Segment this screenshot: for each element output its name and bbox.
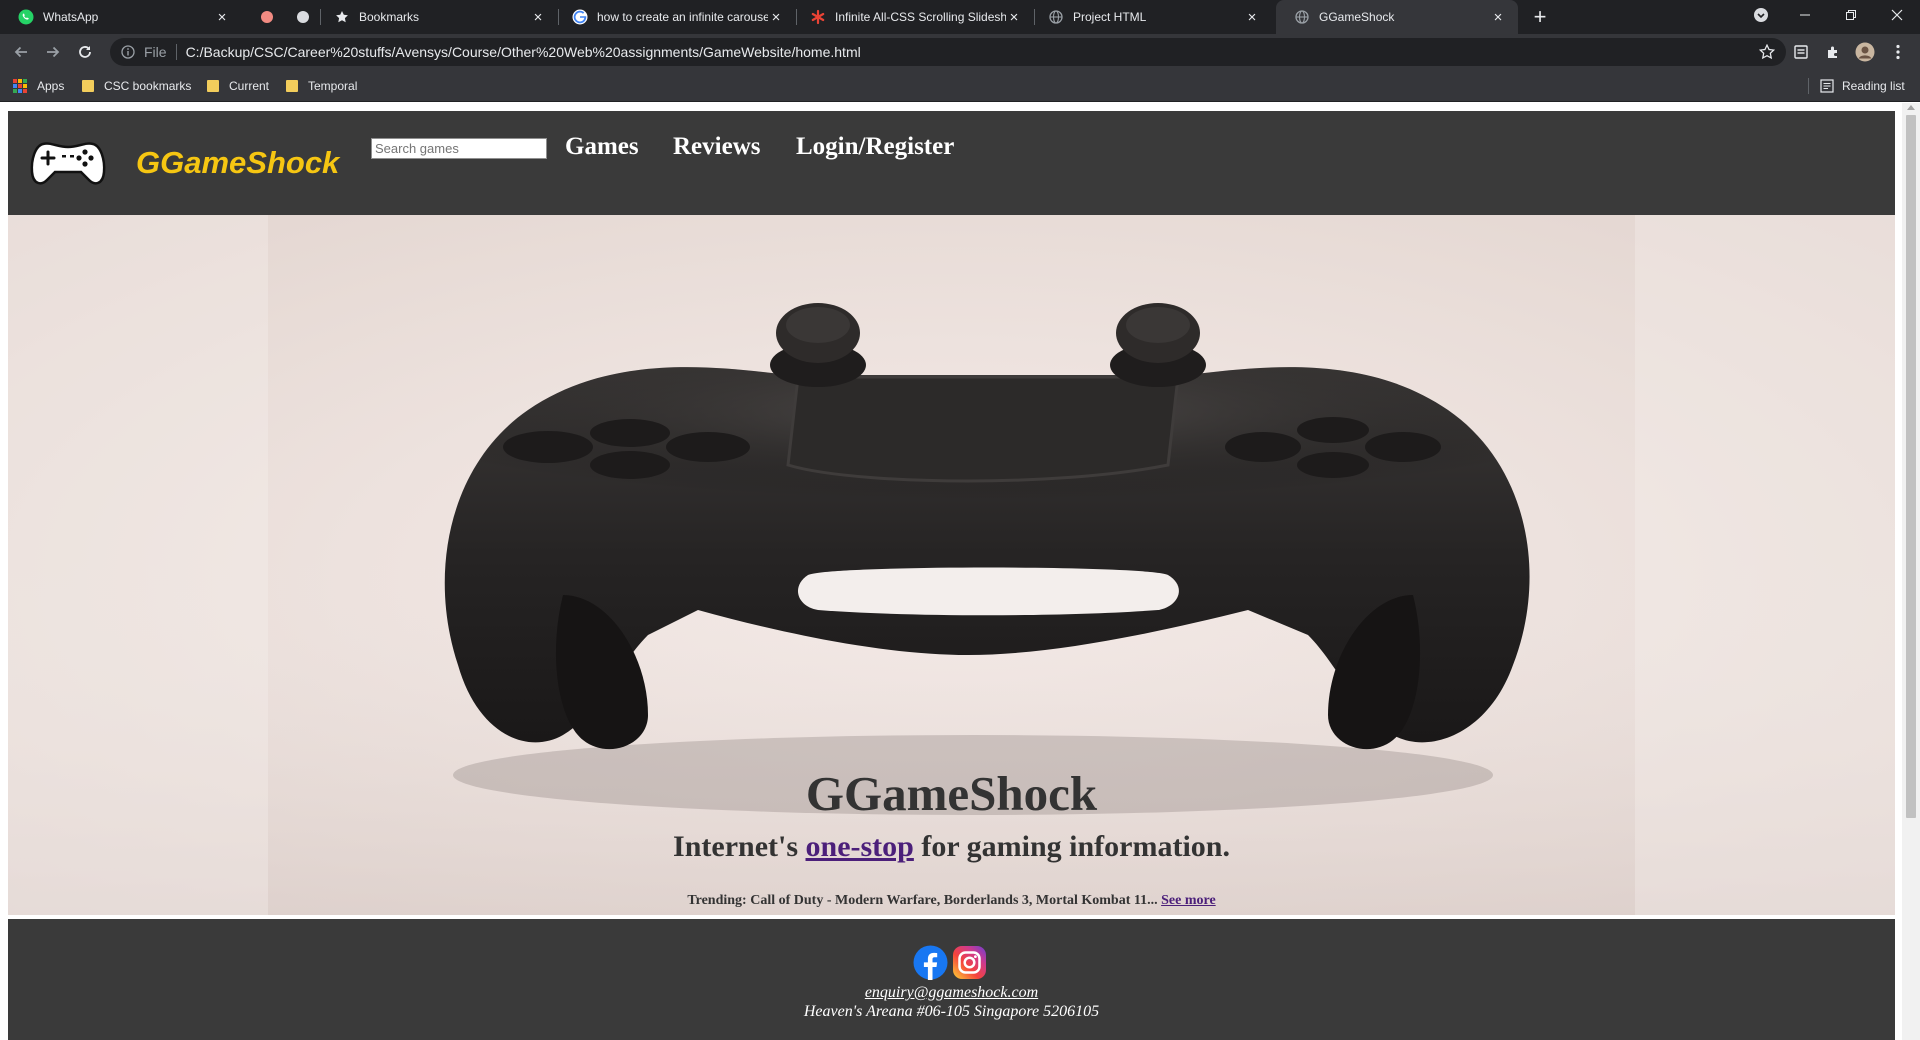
reading-list-icon (1820, 79, 1834, 93)
bookmark-folder-temporal[interactable]: Temporal (286, 70, 357, 102)
see-more-link[interactable]: See more (1161, 893, 1216, 908)
address-url[interactable]: C:/Backup/CSC/Career%20stuffs/Avensys/Co… (186, 44, 861, 60)
apps-grid-icon (13, 79, 27, 93)
bookmark-label: Apps (37, 79, 65, 93)
tab-css-slideshow[interactable]: Infinite All-CSS Scrolling Slideshow × (792, 0, 1034, 34)
tab-title: Bookmarks (359, 10, 420, 24)
site-footer: enquiry@ggameshock.com Heaven's Areana #… (8, 919, 1895, 1040)
minimize-button[interactable] (1782, 0, 1828, 30)
bookmark-apps[interactable]: Apps (13, 70, 64, 102)
forward-arrow-icon (47, 46, 60, 58)
globe-icon (1294, 9, 1310, 25)
tab-title: how to create an infinite carousel (597, 10, 768, 24)
scroll-thumb[interactable] (1906, 115, 1916, 818)
bookmarks-divider (1808, 78, 1809, 94)
gamepad-logo-icon[interactable] (29, 138, 107, 188)
nav-reviews-link[interactable]: Reviews (673, 133, 760, 161)
tab-pinned-red[interactable] (250, 0, 284, 34)
bookmark-star-icon[interactable] (1758, 43, 1776, 61)
whatsapp-icon (18, 9, 34, 25)
close-window-button[interactable] (1874, 0, 1920, 30)
contact-address: Heaven's Areana #06-105 Singapore 520610… (803, 1003, 1100, 1020)
grey-dot-icon (295, 9, 311, 25)
folder-icon (207, 80, 219, 92)
chevron-down-icon (1754, 8, 1768, 22)
hero-title: GGameShock (805, 766, 1098, 821)
tab-search-button[interactable] (1738, 0, 1784, 30)
back-button[interactable] (9, 40, 33, 64)
close-icon[interactable]: × (530, 9, 546, 26)
contact-email-link[interactable]: enquiry@ggameshock.com (8, 984, 1895, 1002)
folder-icon (82, 80, 94, 92)
info-icon[interactable] (120, 44, 136, 60)
bookmark-folder-csc[interactable]: CSC bookmarks (82, 70, 191, 102)
tab-title: Infinite All-CSS Scrolling Slideshow (835, 10, 1006, 24)
page-viewport: GGameShock Games Reviews Login/Register (0, 103, 1920, 1040)
browser-tabstrip: WhatsApp × Bookmarks × how to create an … (0, 0, 1920, 34)
nav-login-register-link[interactable]: Login/Register (796, 133, 954, 161)
close-icon[interactable]: × (214, 9, 230, 26)
new-tab-button[interactable]: + (1528, 4, 1552, 29)
address-scheme-label: File (144, 44, 167, 60)
reading-mode-icon[interactable] (1791, 42, 1811, 62)
site-header: GGameShock Games Reviews Login/Register (8, 111, 1895, 215)
tab-ggameshock[interactable]: GGameShock × (1276, 0, 1518, 34)
asterisk-icon (810, 9, 826, 25)
menu-kebab-icon[interactable] (1888, 42, 1908, 62)
close-icon (1891, 9, 1903, 21)
tab-project-html[interactable]: Project HTML × (1030, 0, 1272, 34)
trending-line: Trending: Call of Duty - Modern Warfare,… (8, 893, 1895, 909)
bookmark-label: CSC bookmarks (104, 79, 192, 93)
bookmark-label: Temporal (308, 79, 358, 93)
red-dot-icon (259, 9, 275, 25)
star-icon (334, 9, 350, 25)
social-links (913, 945, 987, 980)
close-icon[interactable]: × (768, 9, 784, 26)
forward-button[interactable] (41, 40, 65, 64)
search-input[interactable] (371, 138, 547, 159)
hero-tagline: Internet's one-stop for gaming informati… (8, 830, 1895, 864)
reading-list-label: Reading list (1842, 79, 1905, 93)
reading-list-button[interactable]: Reading list (1820, 70, 1905, 102)
tab-pinned-grey[interactable] (286, 0, 320, 34)
tab-title: WhatsApp (43, 10, 99, 24)
brand-name[interactable]: GGameShock (136, 145, 339, 181)
profile-avatar-icon[interactable] (1855, 42, 1875, 62)
back-arrow-icon (14, 46, 27, 58)
tab-google-search[interactable]: how to create an infinite carousel × (554, 0, 796, 34)
google-icon (572, 9, 588, 25)
nav-games-link[interactable]: Games (565, 133, 639, 161)
one-stop-link[interactable]: one-stop (806, 830, 914, 863)
restore-button[interactable] (1828, 0, 1874, 30)
address-bar[interactable]: File C:/Backup/CSC/Career%20stuffs/Avens… (110, 38, 1786, 66)
site-container: GGameShock Games Reviews Login/Register (8, 111, 1895, 1040)
reload-icon (79, 46, 91, 58)
tagline-text: for gaming information. (913, 830, 1230, 863)
folder-icon (286, 80, 298, 92)
facebook-icon[interactable] (913, 945, 948, 980)
address-divider (175, 44, 177, 60)
bookmark-folder-current[interactable]: Current (207, 70, 269, 102)
trending-text: Trending: Call of Duty - Modern Warfare,… (687, 893, 1158, 908)
tab-whatsapp[interactable]: WhatsApp × (0, 0, 242, 34)
hero-banner: GGameShock Internet's one-stop for gamin… (8, 215, 1895, 915)
close-icon[interactable]: × (1244, 9, 1260, 26)
tagline-text: Internet's (673, 830, 806, 863)
bookmarks-bar: Apps CSC bookmarks Current Temporal Read… (0, 70, 1920, 102)
tab-title: GGameShock (1319, 10, 1395, 24)
page-scrollbar[interactable] (1902, 103, 1920, 1040)
reload-button[interactable] (73, 40, 97, 64)
scroll-up-arrow-icon[interactable] (1907, 105, 1915, 110)
minimize-icon (1800, 14, 1810, 16)
tab-bookmarks[interactable]: Bookmarks × (316, 0, 558, 34)
globe-icon (1048, 9, 1064, 25)
close-icon[interactable]: × (1006, 9, 1022, 26)
instagram-icon[interactable] (952, 945, 987, 980)
tab-title: Project HTML (1073, 10, 1147, 24)
bookmark-label: Current (229, 79, 270, 93)
restore-icon (1846, 10, 1856, 20)
browser-toolbar: File C:/Backup/CSC/Career%20stuffs/Avens… (0, 34, 1920, 70)
extensions-icon[interactable] (1823, 42, 1843, 62)
close-icon[interactable]: × (1490, 9, 1506, 26)
